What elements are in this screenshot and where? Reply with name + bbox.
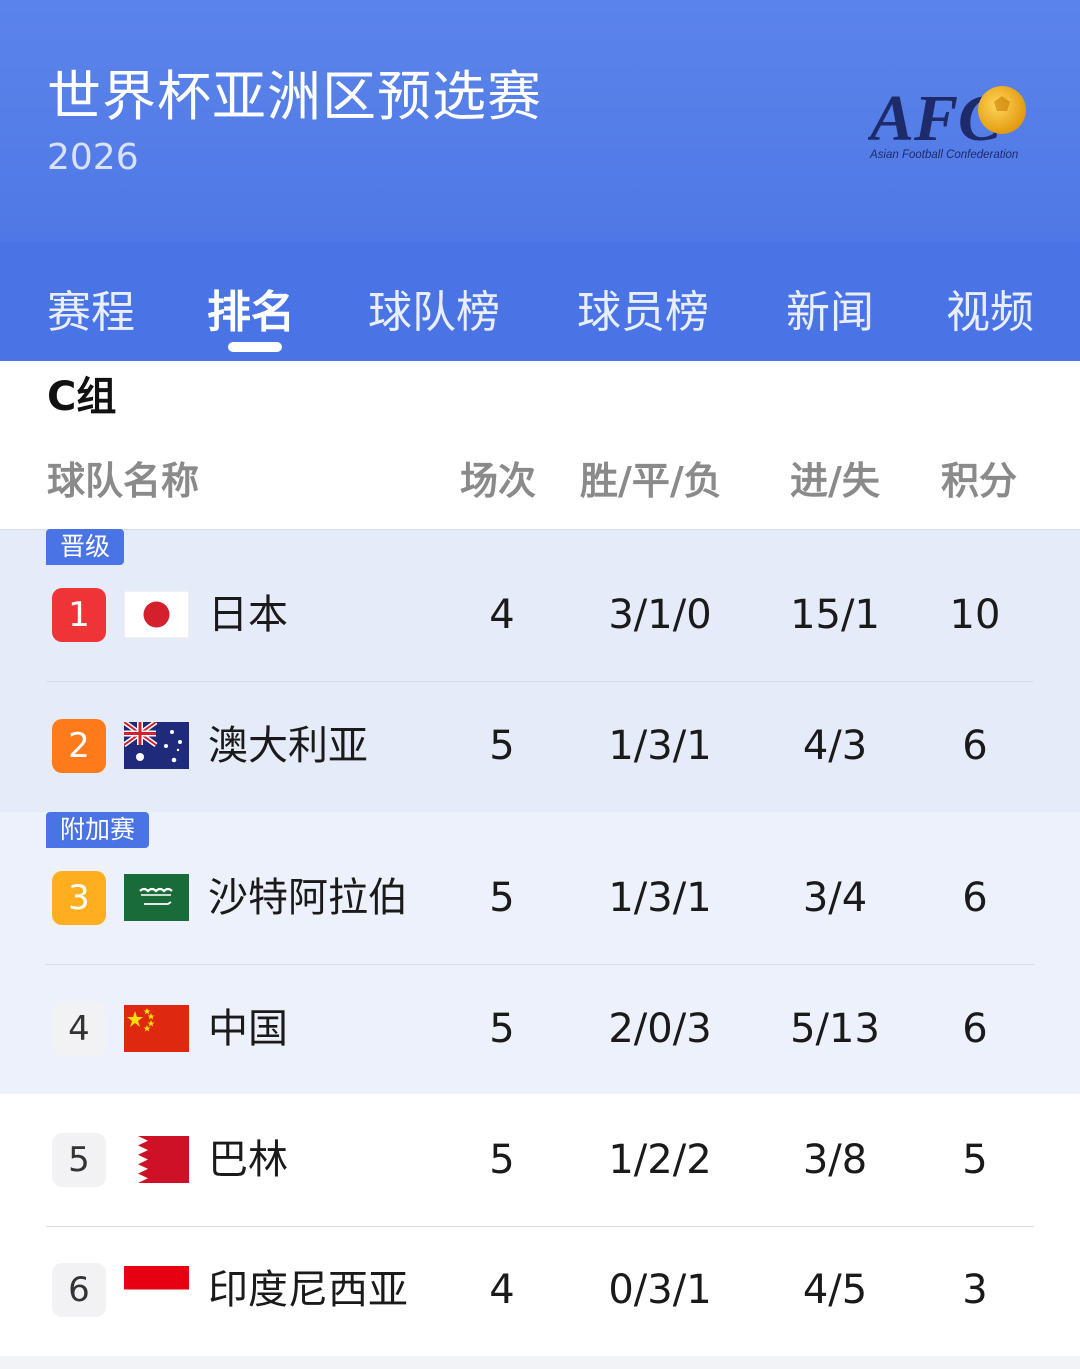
indonesia-flag-icon <box>124 1266 189 1313</box>
bottom-strip <box>0 1356 1080 1369</box>
china-flag-icon <box>124 1005 189 1052</box>
table-row-saudi-arabia[interactable]: 3 沙特阿拉伯 5 1/3/1 3/4 6 <box>0 865 1080 945</box>
tab-schedule[interactable]: 赛程 <box>47 276 135 340</box>
row-divider <box>46 964 1034 965</box>
points-value: 10 <box>949 592 1001 638</box>
wdl-value: 1/3/1 <box>608 875 712 921</box>
rank-badge: 3 <box>52 871 106 925</box>
column-header-goals: 进/失 <box>790 459 880 503</box>
qualified-badge: 晋级 <box>46 529 125 565</box>
tab-video[interactable]: 视频 <box>946 276 1034 340</box>
team-name: 印度尼西亚 <box>208 1267 408 1313</box>
played-value: 5 <box>489 723 515 769</box>
header-banner: 世界杯亚洲区预选赛 2026 AFC Asian Football Confed… <box>0 0 1080 242</box>
points-value: 6 <box>962 723 988 769</box>
team-name: 澳大利亚 <box>208 723 368 769</box>
points-value: 6 <box>962 1006 988 1052</box>
played-value: 4 <box>489 592 515 638</box>
rank-badge: 2 <box>52 719 106 773</box>
logo-subtitle: Asian Football Confederation <box>869 149 1018 161</box>
goals-value: 15/1 <box>790 592 880 638</box>
goals-value: 5/13 <box>790 1006 880 1052</box>
points-value: 5 <box>962 1137 988 1183</box>
column-header-team: 球队名称 <box>47 459 200 503</box>
tab-bar <box>0 242 1080 361</box>
table-row-china[interactable]: 4 中国 5 2/0/3 5/13 6 <box>0 996 1080 1076</box>
goals-value: 4/3 <box>802 723 868 769</box>
tab-news[interactable]: 新闻 <box>786 276 874 340</box>
points-value: 6 <box>962 875 988 921</box>
row-divider <box>46 681 1034 682</box>
group-title: C组 <box>47 374 117 420</box>
wdl-value: 1/2/2 <box>608 1137 712 1183</box>
table-row-japan[interactable]: 1 日本 4 3/1/0 15/1 10 <box>0 582 1080 662</box>
column-header-points: 积分 <box>941 459 1018 503</box>
row-divider <box>46 1226 1034 1227</box>
rank-badge: 5 <box>52 1133 106 1187</box>
table-row-indonesia[interactable]: 6 印度尼西亚 4 0/3/1 4/5 3 <box>0 1257 1080 1337</box>
points-value: 3 <box>962 1267 988 1313</box>
wdl-value: 1/3/1 <box>608 723 712 769</box>
japan-flag-icon <box>124 591 189 638</box>
australia-flag-icon <box>124 722 189 769</box>
bahrain-flag-icon <box>124 1136 189 1183</box>
team-name: 中国 <box>208 1006 288 1052</box>
played-value: 4 <box>489 1267 515 1313</box>
rank-badge: 4 <box>52 1002 106 1056</box>
rank-badge: 1 <box>52 588 106 642</box>
played-value: 5 <box>489 1006 515 1052</box>
goals-value: 4/5 <box>802 1267 868 1313</box>
played-value: 5 <box>489 875 515 921</box>
team-name: 巴林 <box>208 1137 288 1183</box>
team-name: 日本 <box>208 592 288 638</box>
table-row-bahrain[interactable]: 5 巴林 5 1/2/2 3/8 5 <box>0 1127 1080 1207</box>
afc-logo: AFC Asian Football Confederation <box>868 82 1026 161</box>
tab-team-rankings[interactable]: 球队榜 <box>368 276 500 340</box>
column-header-played: 场次 <box>460 459 537 503</box>
playoff-badge: 附加赛 <box>46 812 150 848</box>
season-year: 2026 <box>47 137 139 178</box>
played-value: 5 <box>489 1137 515 1183</box>
saudi-arabia-flag-icon <box>124 874 189 921</box>
team-name: 沙特阿拉伯 <box>208 875 408 921</box>
tab-standings[interactable]: 排名 <box>207 276 295 340</box>
goals-value: 3/4 <box>802 875 868 921</box>
wdl-value: 3/1/0 <box>608 592 712 638</box>
wdl-value: 0/3/1 <box>608 1267 712 1313</box>
column-header-wdl: 胜/平/负 <box>580 459 722 503</box>
goals-value: 3/8 <box>802 1137 868 1183</box>
tab-player-rankings[interactable]: 球员榜 <box>577 276 709 340</box>
rank-badge: 6 <box>52 1263 106 1317</box>
table-row-australia[interactable]: 2 澳大利亚 5 1/3/1 4/3 6 <box>0 713 1080 793</box>
wdl-value: 2/0/3 <box>608 1006 712 1052</box>
active-tab-indicator <box>228 342 282 352</box>
page-title: 世界杯亚洲区预选赛 <box>47 65 542 128</box>
